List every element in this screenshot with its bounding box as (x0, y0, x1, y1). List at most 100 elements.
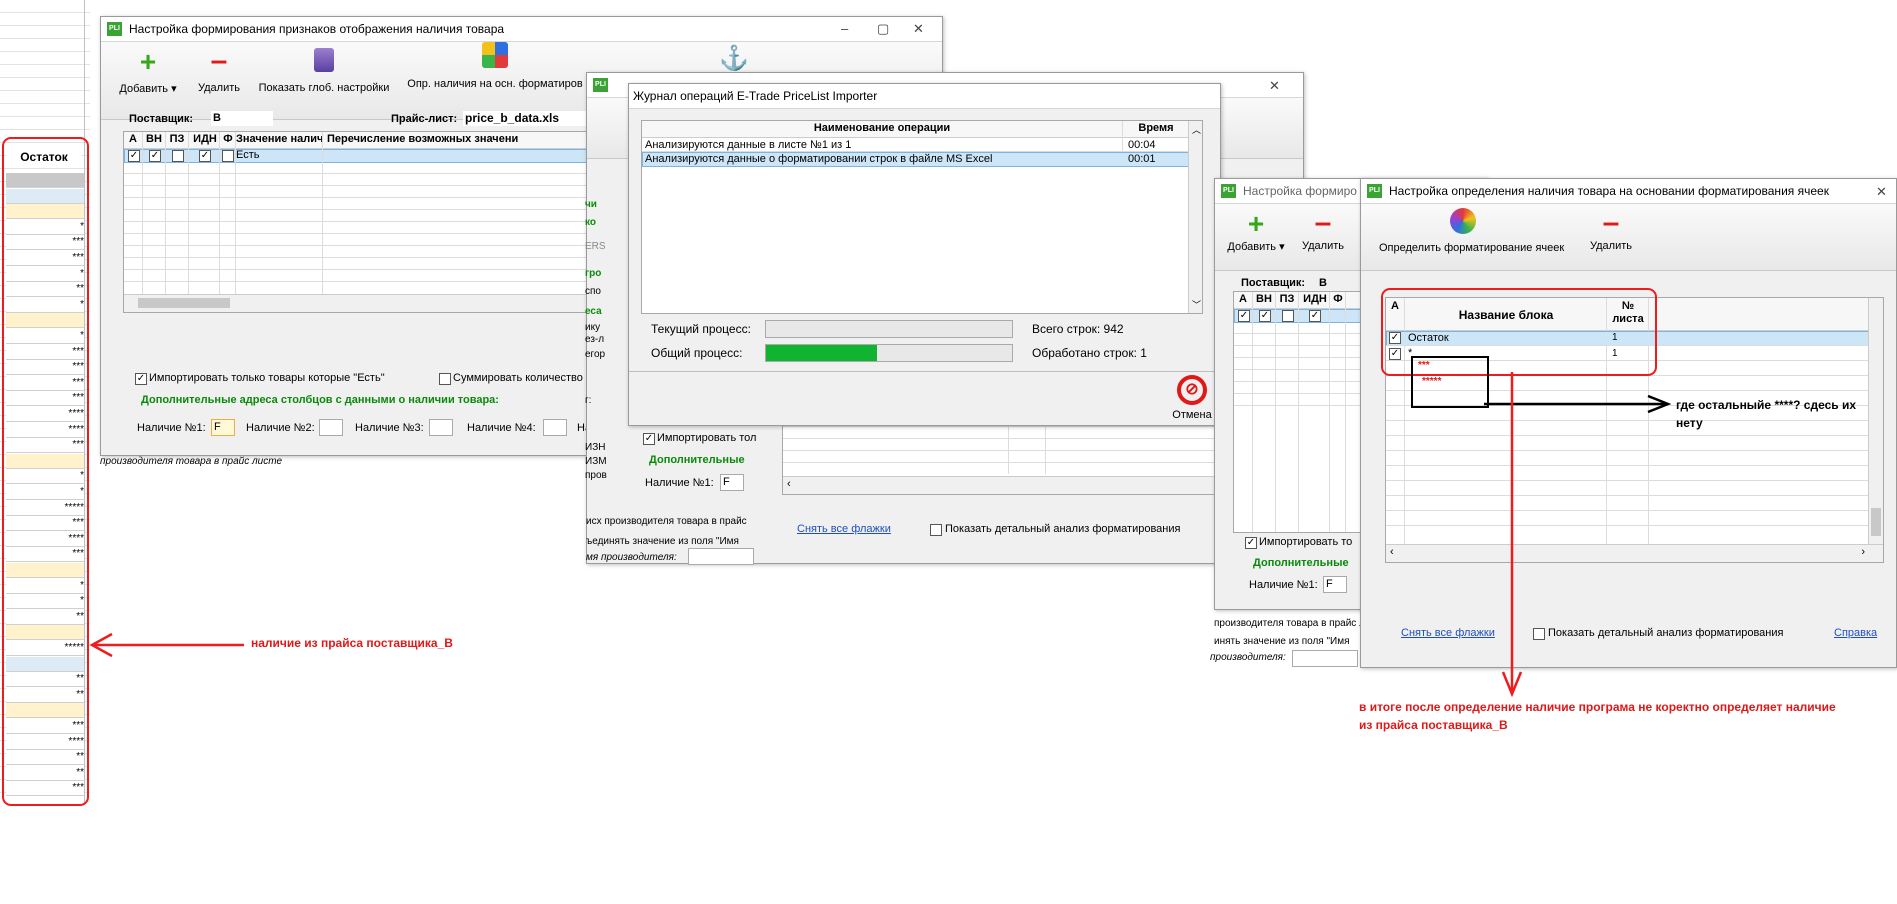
checkbox-idn-3[interactable]: ✓ (1309, 310, 1321, 322)
delete-button-4[interactable]: – Удалить (1583, 206, 1639, 253)
left-arrow-icon (89, 632, 244, 658)
avail1-label: Наличие №1: (137, 422, 206, 434)
checkbox-pz[interactable] (172, 150, 184, 162)
avail1-input-middle[interactable]: F (720, 474, 744, 491)
add-label: Добавить (119, 83, 169, 95)
side-text-5: еса (585, 306, 602, 317)
col-pz-3: ПЗ (1279, 293, 1295, 305)
side-text-9: г: (585, 395, 592, 406)
processed-rows: Обработано строк: 1 (1032, 346, 1147, 360)
cancel-label: Отмена (1172, 409, 1212, 421)
sum-qty-checkbox[interactable] (439, 373, 451, 385)
checkbox-a-3[interactable]: ✓ (1238, 310, 1250, 322)
import-only-checkbox-middle[interactable]: ✓ (643, 433, 655, 445)
ostatok-column-highlight (2, 137, 89, 806)
side-text-0: чи (585, 199, 597, 210)
anchor-button[interactable]: ⚓ (719, 44, 749, 73)
pricelist-field[interactable]: price_b_data.xls (463, 111, 595, 126)
col-vn: ВН (146, 133, 162, 145)
current-process-label: Текущий процесс: (651, 322, 751, 336)
extra-addresses-label: Дополнительные адреса столбцов с данными… (141, 394, 499, 406)
horizontal-scrollbar-4[interactable]: ‹ › (1386, 544, 1883, 562)
avail3-input[interactable] (429, 419, 453, 436)
delete-button[interactable]: – Удалить (191, 46, 247, 95)
left-annotation: наличие из прайса поставщика_B (251, 636, 453, 650)
close-button-4[interactable]: ✕ (1876, 184, 1887, 200)
vertical-scrollbar-log[interactable]: ︿ ﹀ (1188, 121, 1202, 313)
side-text-11: ИЗМ (585, 456, 607, 467)
manufacturer-input-middle[interactable] (688, 548, 754, 565)
add-button[interactable]: + Добавить ▾ (117, 46, 179, 96)
show-detail-label: Показать детальный анализ форматирования (1548, 627, 1784, 639)
minus-icon-3: – (1314, 206, 1332, 239)
detect-availability-button[interactable]: Опр. наличия на осн. форматиров (405, 42, 585, 90)
clear-flags-link[interactable]: Снять все флажки (1401, 627, 1495, 639)
status-strip (629, 371, 1220, 372)
plus-icon: + (139, 46, 157, 77)
color-wheel-icon (1450, 208, 1476, 234)
show-detail-checkbox-middle[interactable] (930, 524, 942, 536)
detect-formatting-button[interactable]: Определить форматирование ячеек (1379, 208, 1565, 254)
col-a-3: А (1239, 293, 1247, 305)
toolbar-4: Определить форматирование ячеек – Удалит… (1361, 204, 1896, 271)
col-enum: Перечисление возможных значени (327, 133, 519, 145)
close-button-middle[interactable]: ✕ (1269, 78, 1280, 94)
cancel-button[interactable]: ⊘ Отмена (1167, 375, 1217, 421)
close-button[interactable]: ✕ (913, 21, 924, 37)
app-logo-icon-3: PLI (1221, 184, 1236, 198)
show-detail-checkbox[interactable] (1533, 628, 1545, 640)
delete-label-4: Удалить (1590, 240, 1632, 252)
plus-icon-3: + (1247, 208, 1265, 239)
checkbox-idn[interactable]: ✓ (199, 150, 211, 162)
col-f-3: Ф (1333, 293, 1343, 305)
maximize-button[interactable]: ▢ (877, 21, 889, 37)
add-button-3[interactable]: + Добавить ▾ (1225, 208, 1287, 254)
detect-label: Опр. наличия на осн. форматиров (407, 78, 583, 90)
avail2-input[interactable] (319, 419, 343, 436)
missing-rows-box (1411, 356, 1489, 408)
window-title-4: Настройка определения наличия товара на … (1389, 184, 1829, 198)
add-label-3: Добавить (1227, 241, 1277, 253)
show-global-settings-button[interactable]: Показать глоб. настройки (253, 48, 395, 94)
side-text-12: пров (585, 470, 607, 481)
help-link[interactable]: Справка (1834, 627, 1877, 639)
col-idn: ИДН (193, 133, 217, 145)
import-only-checkbox[interactable]: ✓ (135, 373, 147, 385)
import-only-label: Импортировать только товары которые "Ест… (149, 372, 385, 384)
side-text-7: ез-л (585, 334, 605, 345)
import-only-checkbox-3[interactable]: ✓ (1245, 537, 1257, 549)
avail1-input-3[interactable]: F (1323, 576, 1347, 593)
avail3-label: Наличие №3: (355, 422, 424, 434)
checkbox-pz-3[interactable] (1282, 310, 1294, 322)
supplier-label-3: Поставщик: (1241, 277, 1306, 289)
checkbox-vn-3[interactable]: ✓ (1259, 310, 1271, 322)
window-title-log: Журнал операций E-Trade PriceList Import… (633, 89, 878, 103)
side-text-10: ИЗН (585, 442, 606, 453)
col-a: А (129, 133, 137, 145)
bottom-annotation-line2: из прайса поставщика_B (1359, 718, 1508, 732)
minus-icon-4: – (1602, 206, 1620, 239)
supplier-field[interactable]: B (211, 111, 273, 126)
total-process-bar (765, 344, 1013, 362)
col-f: Ф (223, 133, 233, 145)
supplier-label: Поставщик: (129, 113, 194, 125)
mid-bottom-text-1: исх производителя товара в прайс (586, 516, 747, 527)
avail4-input[interactable] (543, 419, 567, 436)
delete-button-3[interactable]: – Удалить (1295, 206, 1351, 253)
checkbox-f[interactable] (222, 150, 234, 162)
delete-label-3: Удалить (1302, 240, 1344, 252)
app-logo-icon: PLI (107, 22, 122, 36)
detect-formatting-label: Определить форматирование ячеек (1379, 242, 1565, 254)
supplier-value-3: B (1319, 277, 1327, 289)
clear-flags-link-middle[interactable]: Снять все флажки (797, 523, 891, 535)
vertical-scrollbar-4[interactable] (1868, 298, 1883, 544)
manufacturer-input-3[interactable] (1292, 650, 1358, 667)
minimize-button[interactable]: – (841, 21, 848, 36)
avail1-input[interactable]: F (211, 419, 235, 436)
w3-bottom-text-2: инять значение из поля "Имя (1214, 636, 1350, 647)
checkbox-vn[interactable]: ✓ (149, 150, 161, 162)
current-process-bar (765, 320, 1013, 338)
color-grid-icon (482, 42, 508, 68)
checkbox-a[interactable]: ✓ (128, 150, 140, 162)
down-arrow-icon (1501, 372, 1523, 698)
